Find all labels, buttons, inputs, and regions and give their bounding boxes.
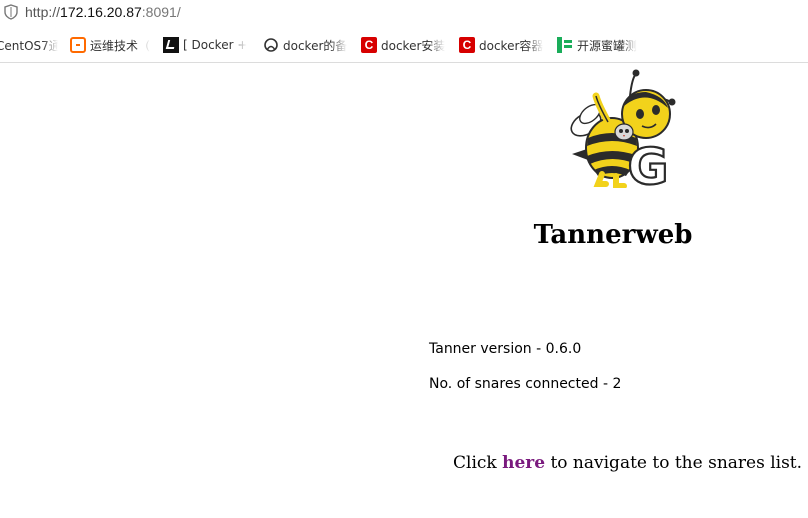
bookmark-ops-tech[interactable]: 运维技术（: [70, 36, 152, 54]
tanner-version-text: Tanner version - 0.6.0: [429, 341, 582, 357]
bookmark-label: docker容器: [479, 38, 544, 53]
bookmark-centos7[interactable]: CentOS7通: [0, 36, 58, 54]
bookmark-label: CentOS7通: [0, 38, 58, 53]
page-content: G Tannerweb Tanner version - 0.6.0 No. o…: [0, 63, 808, 518]
snares-nav-text: Click here to navigate to the snares lis…: [453, 453, 802, 473]
bookmark-docker-backup[interactable]: docker的备: [263, 36, 349, 54]
svg-text:G: G: [627, 138, 668, 188]
nav-suffix: to navigate to the snares list.: [545, 453, 803, 473]
csdn-icon: [459, 37, 475, 53]
green-doc-icon: [557, 37, 573, 53]
address-bar[interactable]: http://172.16.20.87:8091/: [0, 0, 808, 26]
url-port: :8091/: [141, 4, 181, 20]
bookmark-docker-container[interactable]: docker容器: [459, 36, 547, 54]
nav-prefix: Click: [453, 453, 503, 473]
url-host: 172.16.20.87: [60, 4, 142, 20]
snares-connected-text: No. of snares connected - 2: [429, 376, 622, 392]
bookmark-label: docker的备: [283, 38, 348, 53]
docker-bookmark-icon: [163, 37, 179, 53]
bookmark-docker[interactable]: [ Docker +: [163, 36, 251, 54]
bee-logo-icon: G: [570, 69, 676, 188]
bookmark-label: docker安装: [381, 38, 446, 53]
orange-bracket-icon: [70, 37, 86, 53]
bookmark-label: [ Docker +: [183, 38, 248, 52]
bookmark-docker-install[interactable]: docker安装: [361, 36, 449, 54]
shield-icon[interactable]: [3, 4, 19, 20]
bookmark-label: 运维技术（: [90, 38, 151, 53]
bookmark-label: 开源蜜罐测: [577, 38, 638, 53]
bookmark-honeypot[interactable]: 开源蜜罐测: [557, 36, 643, 54]
url-scheme: http://: [25, 4, 61, 20]
url-text[interactable]: http://172.16.20.87:8091/: [25, 4, 181, 20]
snares-list-link[interactable]: here: [502, 453, 545, 473]
csdn-icon: [361, 37, 377, 53]
bookmarks-bar: CentOS7通 运维技术（ [ Docker + docker的备 docke…: [0, 26, 808, 63]
page-title: Tannerweb: [533, 220, 693, 250]
github-icon: [264, 38, 278, 52]
